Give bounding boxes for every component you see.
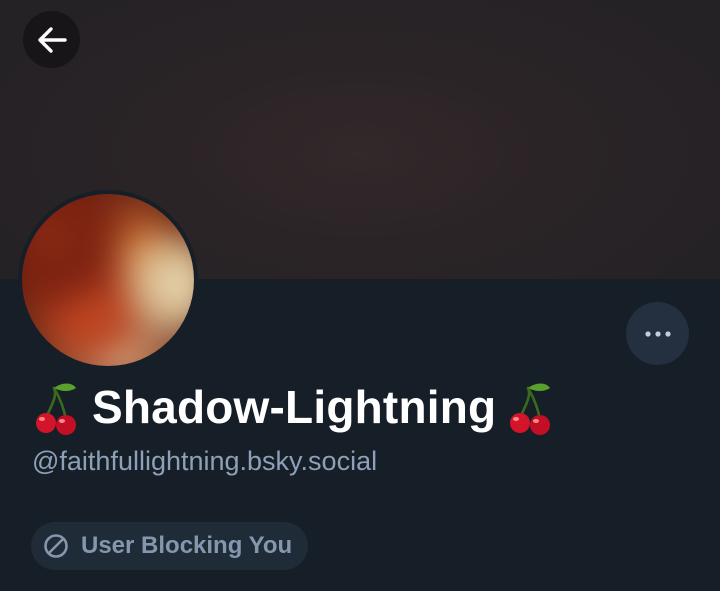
avatar-image <box>22 194 194 366</box>
cherries-emoji <box>508 378 554 436</box>
block-icon <box>44 534 68 558</box>
back-button[interactable] <box>23 11 80 68</box>
user-blocking-you-badge: User Blocking You <box>31 522 309 570</box>
profile-display-name: Shadow-Lightning <box>34 378 554 436</box>
ellipsis-icon <box>644 330 671 337</box>
cherries-emoji <box>34 378 80 436</box>
avatar[interactable] <box>22 194 194 366</box>
more-options-button[interactable] <box>626 302 689 365</box>
arrow-left-icon <box>37 26 67 53</box>
blocking-status-label: User Blocking You <box>81 532 293 559</box>
display-name-text: Shadow-Lightning <box>92 381 497 433</box>
profile-handle: @faithfullightning.bsky.social <box>32 446 378 476</box>
profile-page: Shadow-Lightning @faithfullightning.bsky… <box>0 0 720 591</box>
